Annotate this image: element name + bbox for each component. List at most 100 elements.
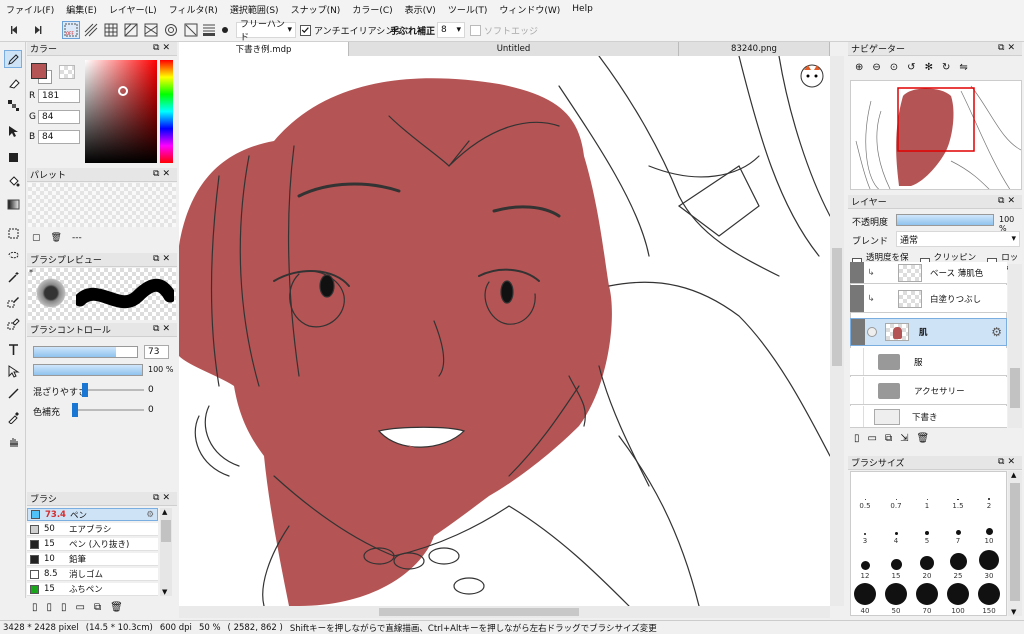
menu-color[interactable]: カラー(C) bbox=[352, 3, 392, 16]
brush-size-option[interactable]: 7 bbox=[946, 511, 970, 545]
brush-size-option[interactable]: 40 bbox=[853, 581, 877, 615]
trash-icon[interactable]: 🗑 bbox=[110, 602, 123, 616]
brush-size-option[interactable]: 10 bbox=[977, 511, 1001, 545]
rotate-reset-icon[interactable]: ✻ bbox=[925, 62, 933, 78]
brush-size-option[interactable]: 2 bbox=[977, 476, 1001, 510]
text-tool-icon[interactable] bbox=[4, 340, 22, 358]
undo-icon[interactable] bbox=[6, 21, 24, 39]
saturation-value-picker[interactable] bbox=[85, 60, 157, 163]
brush-size-option[interactable]: 0.5 bbox=[853, 476, 877, 510]
zoom-in-icon[interactable]: ⊕ bbox=[855, 62, 863, 78]
pen-tool-icon[interactable] bbox=[4, 50, 22, 68]
duplicate-icon[interactable]: ⧉ bbox=[94, 602, 101, 616]
menu-view[interactable]: 表示(V) bbox=[405, 3, 436, 16]
operation-tool-icon[interactable] bbox=[4, 362, 22, 380]
menu-file[interactable]: ファイル(F) bbox=[6, 3, 54, 16]
brush-size-slider[interactable] bbox=[33, 346, 138, 358]
panel-controls[interactable]: ⧉✕ bbox=[153, 169, 173, 179]
eyedropper-tool-icon[interactable] bbox=[4, 408, 22, 426]
brush-size-option[interactable]: 100 bbox=[946, 581, 970, 615]
layer-row[interactable]: 服 bbox=[850, 348, 1007, 376]
brush-size-option[interactable]: 25 bbox=[946, 546, 970, 580]
snap-parallel-icon[interactable] bbox=[82, 21, 100, 39]
tab-doc-1[interactable]: 下書き例.mdp bbox=[179, 42, 349, 56]
layer-eye-icon[interactable] bbox=[867, 327, 877, 337]
lasso-tool-icon[interactable] bbox=[4, 246, 22, 264]
scroll-thumb[interactable] bbox=[1010, 483, 1020, 601]
brush-size-option[interactable]: 3 bbox=[853, 511, 877, 545]
layer-row-selected[interactable]: 肌 ⚙ bbox=[850, 318, 1007, 346]
divide-tool-icon[interactable] bbox=[4, 384, 22, 402]
layer-row[interactable]: 下書き bbox=[850, 406, 1007, 428]
brush-list-item[interactable]: 10 鉛筆 bbox=[27, 553, 158, 566]
antialias-checkbox[interactable] bbox=[300, 25, 311, 36]
color-extend-slider[interactable] bbox=[72, 403, 144, 417]
brush-size-option[interactable]: 5 bbox=[915, 511, 939, 545]
panel-controls[interactable]: ⧉✕ bbox=[998, 196, 1018, 206]
menu-select[interactable]: 選択範囲(S) bbox=[230, 3, 279, 16]
new-folder-icon[interactable]: ▭ bbox=[868, 433, 877, 447]
snap-curve-icon[interactable] bbox=[182, 21, 200, 39]
brush-size-option[interactable]: 1 bbox=[915, 476, 939, 510]
tab-doc-3[interactable]: 83240.png bbox=[679, 42, 830, 56]
layer-opacity-slider[interactable] bbox=[896, 214, 994, 226]
stabilizer-select[interactable]: 8 ▾ bbox=[437, 22, 465, 38]
chevron-up-icon[interactable]: ▲ bbox=[1011, 471, 1016, 479]
layer-blend-select[interactable]: 通常 ▾ bbox=[896, 231, 1020, 247]
hue-slider[interactable] bbox=[160, 60, 173, 163]
canvas-vertical-scrollbar[interactable] bbox=[830, 56, 844, 606]
dot-pen-tool-icon[interactable] bbox=[4, 96, 22, 114]
hand-tool-icon[interactable] bbox=[4, 432, 22, 450]
brush-size-option[interactable]: 1.5 bbox=[946, 476, 970, 510]
brush-size-option[interactable]: 20 bbox=[915, 546, 939, 580]
brush-list-item[interactable]: 73.4 ペン ⚙ bbox=[27, 508, 158, 521]
gradient-tool-icon[interactable] bbox=[4, 195, 22, 213]
rect-fill-tool-icon[interactable] bbox=[4, 148, 22, 166]
brush-list-item[interactable]: 8.5 消しゴム bbox=[27, 568, 158, 581]
menu-layer[interactable]: レイヤー(L) bbox=[109, 3, 157, 16]
brush-size-option[interactable]: 4 bbox=[884, 511, 908, 545]
palette-swatches[interactable] bbox=[28, 183, 176, 227]
brush-size-scrollbar[interactable]: ▲ ▼ bbox=[1008, 471, 1022, 616]
menu-window[interactable]: ウィンドウ(W) bbox=[499, 3, 560, 16]
layer-visibility-strip[interactable] bbox=[850, 377, 864, 404]
antialias-toggle[interactable]: アンチエイリアシング bbox=[300, 24, 403, 37]
primary-color-swatch[interactable] bbox=[31, 63, 47, 79]
rotate-left-icon[interactable]: ↺ bbox=[907, 62, 915, 78]
snap-grid-icon[interactable] bbox=[102, 21, 120, 39]
layer-visibility-strip[interactable] bbox=[850, 406, 864, 427]
select-pen-tool-icon[interactable] bbox=[4, 292, 22, 310]
scroll-thumb[interactable] bbox=[379, 608, 579, 616]
layer-row[interactable]: ↳ 白塗りつぶし bbox=[850, 285, 1007, 313]
menu-help[interactable]: Help bbox=[572, 4, 593, 14]
brush-list-item[interactable]: 15 ペン (入り抜き) bbox=[27, 538, 158, 551]
bucket-tool-icon[interactable] bbox=[4, 172, 22, 190]
redo-icon[interactable] bbox=[28, 21, 46, 39]
new-brush-icon[interactable]: ▯ bbox=[32, 602, 38, 616]
scroll-thumb[interactable] bbox=[832, 248, 842, 366]
gear-icon[interactable]: ⚙ bbox=[991, 325, 1002, 339]
select-rect-tool-icon[interactable] bbox=[4, 224, 22, 242]
navigator-preview[interactable] bbox=[850, 80, 1022, 190]
panel-controls[interactable]: ⧉✕ bbox=[153, 324, 173, 334]
layer-visibility-strip[interactable] bbox=[850, 262, 864, 283]
folder-icon[interactable]: ▭ bbox=[76, 602, 85, 616]
brush-list-item[interactable]: 15 ふちペン bbox=[27, 583, 158, 596]
trash-icon[interactable]: 🗑 bbox=[51, 233, 62, 243]
zoom-out-icon[interactable]: ⊖ bbox=[872, 62, 880, 78]
zoom-fit-icon[interactable]: ⊙ bbox=[890, 62, 898, 78]
scroll-thumb[interactable] bbox=[1010, 368, 1020, 408]
snap-cross-icon[interactable] bbox=[122, 21, 140, 39]
brush-size-option[interactable]: 70 bbox=[915, 581, 939, 615]
panel-controls[interactable]: ⧉✕ bbox=[153, 43, 173, 53]
snap-off-button[interactable]: OFF bbox=[62, 21, 80, 39]
new-layer-icon[interactable]: ▯ bbox=[854, 433, 860, 447]
blend-slider[interactable] bbox=[82, 383, 144, 397]
panel-controls[interactable]: ⧉✕ bbox=[153, 254, 173, 264]
chevron-up-icon[interactable]: ▲ bbox=[162, 508, 167, 516]
snap-radial-icon[interactable] bbox=[142, 21, 160, 39]
duplicate-layer-icon[interactable]: ⧉ bbox=[885, 433, 892, 447]
brush-size-option[interactable]: 12 bbox=[853, 546, 877, 580]
panel-controls[interactable]: ⧉✕ bbox=[998, 43, 1018, 53]
r-input[interactable]: 181 bbox=[38, 89, 80, 103]
